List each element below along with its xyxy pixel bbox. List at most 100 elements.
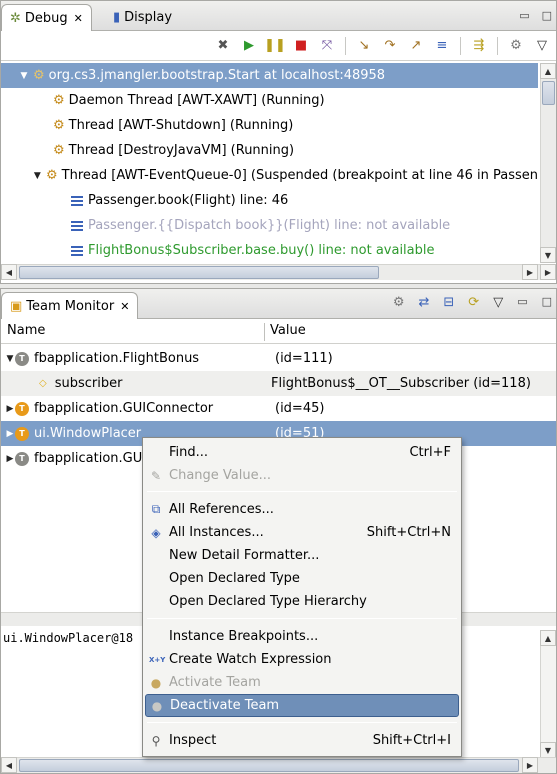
vertical-scrollbar[interactable]: ▲ ▼	[540, 630, 556, 758]
menu-item-create-watch-expression[interactable]: X+Y Create Watch Expression	[143, 648, 461, 671]
view-menu-icon[interactable]: ▽	[493, 295, 503, 310]
detail-pane-text: ui.WindowPlacer@18	[3, 631, 134, 645]
view-menu-icon[interactable]: ▽	[534, 38, 550, 54]
debug-target-icon: ⚙	[33, 68, 45, 83]
field-diamond-icon: ◇	[39, 378, 47, 389]
menu-item-open-declared-type-hierarchy[interactable]: Open Declared Type Hierarchy	[143, 590, 461, 613]
menu-item-activate-team[interactable]: ● Activate Team	[143, 671, 461, 694]
minimize-icon[interactable]: ▭	[517, 295, 527, 310]
tab-display[interactable]: ▮ Display	[105, 4, 180, 31]
scrollbar-thumb[interactable]	[542, 81, 555, 105]
disconnect-icon[interactable]: ⤧	[319, 38, 335, 54]
scroll-up-icon[interactable]: ▲	[540, 63, 556, 79]
tree-row-label: FlightBonus$Subscriber.base.buy() line: …	[88, 243, 435, 258]
expand-arrow-icon[interactable]: ▶	[5, 454, 15, 464]
tree-row-thread[interactable]: ⚙ Thread [DestroyJavaVM] (Running)	[1, 138, 538, 163]
row-name: fbapplication.GU	[34, 451, 143, 466]
tree-row-launch[interactable]: ▼ ⚙ org.cs3.jmangler.bootstrap.Start at …	[1, 63, 538, 88]
collapse-arrow-icon[interactable]: ▼	[33, 171, 42, 181]
stack-frame-icon	[71, 195, 83, 206]
column-value-header[interactable]: Value	[270, 323, 306, 338]
horizontal-scrollbar[interactable]: ◀ ▶	[1, 757, 556, 773]
column-name-header[interactable]: Name	[7, 323, 45, 338]
collapse-arrow-icon[interactable]: ▼	[5, 354, 15, 364]
tab-debug[interactable]: ✲ Debug ✕	[1, 4, 92, 31]
scroll-down-icon[interactable]: ▼	[540, 742, 556, 758]
scroll-left-icon[interactable]: ◀	[1, 264, 17, 280]
stack-frame-icon	[71, 220, 83, 231]
table-row[interactable]: ▶ T fbapplication.GUIConnector (id=45)	[1, 396, 556, 421]
horizontal-scrollbar[interactable]: ◀ ▶ ▶	[1, 264, 556, 280]
scroll-right-icon[interactable]: ▶	[522, 264, 538, 280]
menu-item-find[interactable]: Find... Ctrl+F	[143, 441, 461, 464]
watch-expression-icon: X+Y	[149, 655, 166, 664]
scrollbar-thumb[interactable]	[19, 266, 379, 279]
tree-row-stackframe[interactable]: Passenger.{{Dispatch book}}(Flight) line…	[1, 213, 538, 238]
table-row[interactable]: ▼ T fbapplication.FlightBonus (id=111)	[1, 346, 556, 371]
stack-frame-icon	[71, 245, 83, 256]
use-step-filters-icon[interactable]: ⇶	[471, 38, 487, 54]
scroll-left-icon[interactable]: ◀	[1, 757, 17, 773]
remove-terminated-icon[interactable]: ✖	[215, 38, 231, 54]
scroll-right-icon[interactable]: ▶	[540, 264, 556, 280]
menu-item-accelerator: Shift+Ctrl+I	[372, 733, 451, 748]
menu-item-change-value[interactable]: ✎ Change Value...	[143, 464, 461, 487]
collapse-all-icon[interactable]: ⊟	[443, 295, 454, 310]
scrollbar-thumb[interactable]	[19, 759, 519, 772]
menu-item-instance-breakpoints[interactable]: Instance Breakpoints...	[143, 625, 461, 648]
scroll-down-icon[interactable]: ▼	[540, 247, 556, 263]
expand-arrow-icon[interactable]: ▶	[5, 404, 15, 414]
menu-item-inspect[interactable]: ⚲ Inspect Shift+Ctrl+I	[143, 729, 461, 752]
tree-row-stackframe[interactable]: FlightBonus$Subscriber.base.buy() line: …	[1, 238, 538, 263]
menu-item-label: All References...	[169, 502, 274, 517]
tree-row-stackframe[interactable]: Passenger.book(Flight) line: 46	[1, 188, 538, 213]
display-icon: ▮	[113, 10, 121, 25]
row-name: fbapplication.FlightBonus	[34, 351, 200, 366]
menu-item-deactivate-team[interactable]: ● Deactivate Team	[145, 694, 459, 717]
team-monitor-tabbar: ▣ Team Monitor ✕ ⚙ ⇄ ⊟ ⟳ ▽ ▭ □	[1, 289, 556, 319]
vertical-scrollbar[interactable]: ▲ ▼	[540, 63, 556, 263]
tab-team-monitor[interactable]: ▣ Team Monitor ✕	[1, 292, 139, 319]
menu-item-label: Activate Team	[169, 675, 261, 690]
table-row[interactable]: ◇ subscriber FlightBonus$__OT__Subscribe…	[1, 371, 556, 396]
maximize-icon[interactable]: □	[542, 295, 552, 310]
close-icon[interactable]: ✕	[120, 300, 129, 313]
menu-item-all-instances[interactable]: ◈ All Instances... Shift+Ctrl+N	[143, 521, 461, 544]
column-divider[interactable]	[264, 323, 265, 341]
debug-toolbar: ✖ ▶ ❚❚ ■ ⤧ ↘ ↷ ↗ ≡ ⇶ ⚙ ▽	[1, 31, 556, 61]
tree-row-thread[interactable]: ⚙ Thread [AWT-Shutdown] (Running)	[1, 113, 538, 138]
change-value-icon: ✎	[150, 468, 162, 483]
tree-row-label: org.cs3.jmangler.bootstrap.Start at loca…	[48, 68, 386, 83]
close-icon[interactable]: ✕	[74, 12, 83, 25]
minimize-icon[interactable]: ▭	[519, 9, 529, 22]
drop-to-frame-icon[interactable]: ≡	[434, 38, 450, 54]
menu-item-open-declared-type[interactable]: Open Declared Type	[143, 567, 461, 590]
collapse-arrow-icon[interactable]: ▼	[19, 71, 29, 81]
scroll-right-icon[interactable]: ▶	[522, 757, 538, 773]
menu-item-accelerator: Ctrl+F	[409, 445, 451, 460]
running-thread-icon: ⚙	[53, 118, 65, 133]
tab-display-label: Display	[124, 10, 173, 25]
menu-item-all-references[interactable]: ⧉ All References...	[143, 498, 461, 521]
resume-icon[interactable]: ▶	[241, 38, 257, 54]
step-return-icon[interactable]: ↗	[408, 38, 424, 54]
tree-row-thread[interactable]: ⚙ Daemon Thread [AWT-XAWT] (Running)	[1, 88, 538, 113]
debug-tabbar: ✲ Debug ✕ ▮ Display ▭ □	[1, 1, 556, 31]
show-logical-structure-icon[interactable]: ⇄	[418, 295, 429, 310]
tree-row-label: Daemon Thread [AWT-XAWT] (Running)	[68, 93, 325, 108]
step-into-icon[interactable]: ↘	[356, 38, 372, 54]
menu-item-label: Open Declared Type Hierarchy	[169, 594, 367, 609]
tree-row-thread-suspended[interactable]: ▼ ⚙ Thread [AWT-EventQueue-0] (Suspended…	[1, 163, 538, 188]
threads-icon[interactable]: ⚙	[508, 38, 524, 54]
suspend-icon[interactable]: ❚❚	[264, 38, 286, 54]
menu-item-label: Inspect	[169, 733, 217, 748]
menu-item-new-detail-formatter[interactable]: New Detail Formatter...	[143, 544, 461, 567]
expand-arrow-icon[interactable]: ▶	[5, 429, 15, 439]
debug-bug-icon: ✲	[10, 10, 21, 26]
show-type-names-icon[interactable]: ⚙	[393, 295, 405, 310]
team-sync-icon[interactable]: ⟳	[468, 295, 479, 310]
step-over-icon[interactable]: ↷	[382, 38, 398, 54]
maximize-icon[interactable]: □	[542, 9, 552, 22]
scroll-up-icon[interactable]: ▲	[540, 630, 556, 646]
terminate-icon[interactable]: ■	[293, 38, 309, 54]
